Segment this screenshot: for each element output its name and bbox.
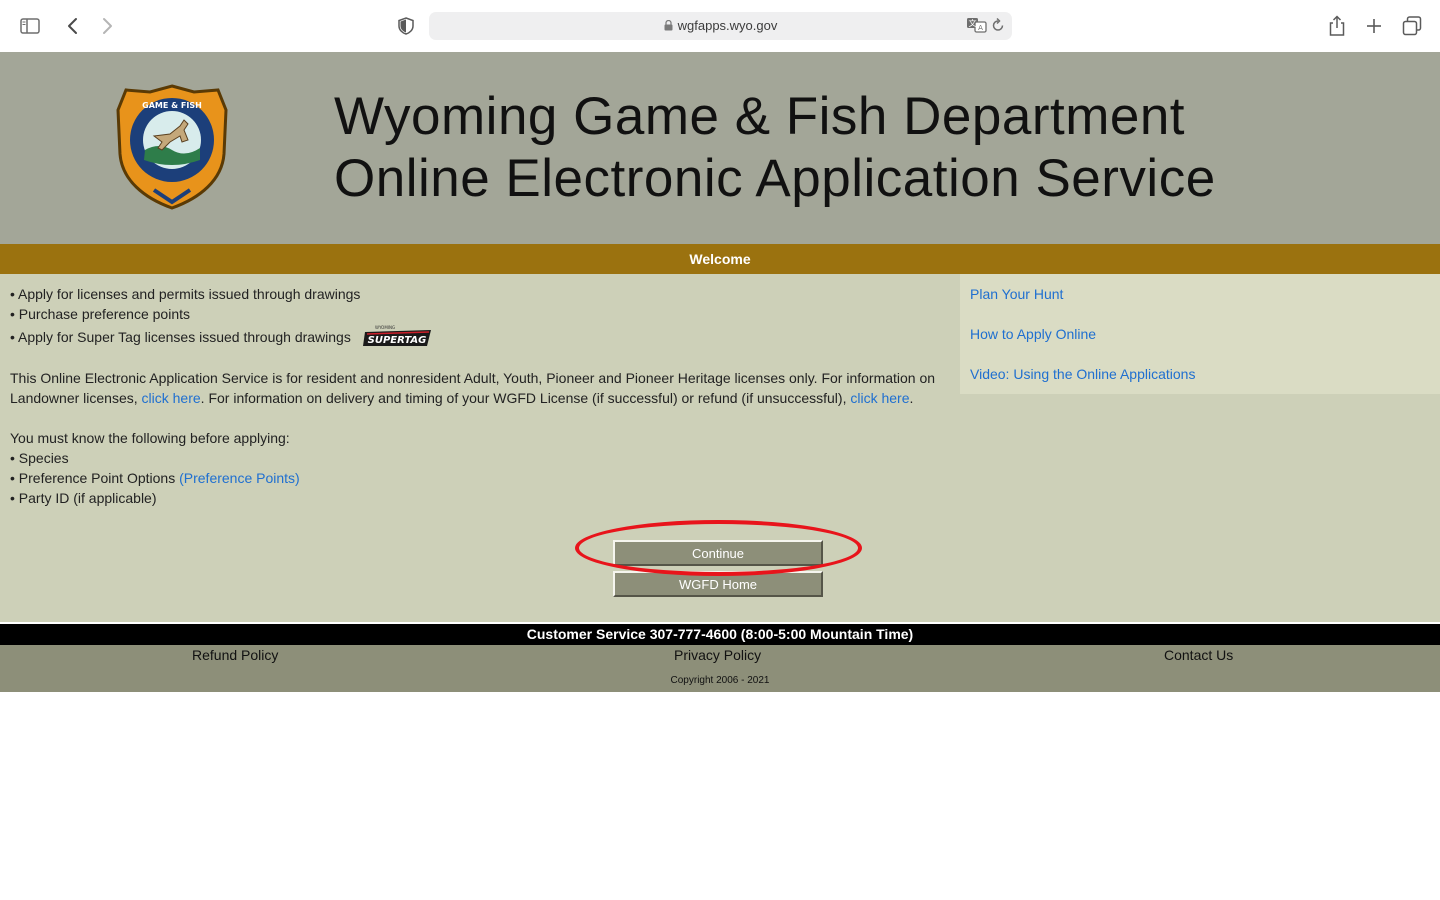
customer-service-bar: Customer Service 307-777-4600 (8:00-5:00… — [0, 624, 1440, 645]
sidebar-icon[interactable] — [18, 14, 42, 38]
requirements-heading: You must know the following before apply… — [10, 430, 290, 446]
wgfd-badge-logo[interactable]: GAME & FISH — [114, 84, 230, 210]
delivery-click-here-link[interactable]: click here — [850, 390, 909, 406]
reload-icon[interactable] — [991, 17, 1007, 35]
address-bar[interactable]: wgfapps.wyo.gov 文A — [429, 12, 1012, 40]
header-banner: GAME & FISH Wyoming Game & Fish Departme… — [0, 52, 1440, 244]
site-title-line2: Online Electronic Application Service — [334, 149, 1216, 208]
service-description: This Online Electronic Application Servi… — [10, 370, 936, 406]
page: GAME & FISH Wyoming Game & Fish Departme… — [0, 52, 1440, 692]
requirement-item: • Party ID (if applicable) — [10, 490, 157, 506]
url-text: wgfapps.wyo.gov — [677, 18, 778, 33]
video-online-applications-link[interactable]: Video: Using the Online Applications — [970, 366, 1195, 382]
preference-points-link[interactable]: (Preference Points) — [179, 470, 300, 486]
footer: Refund Policy Privacy Policy Contact Us … — [0, 645, 1440, 692]
intro-bullet-text: • Apply for Super Tag licenses issued th… — [10, 329, 351, 345]
intro-section: • Apply for licenses and permits issued … — [10, 284, 950, 508]
new-tab-icon[interactable] — [1363, 14, 1385, 38]
intro-bullet: • Purchase preference points — [10, 306, 191, 322]
red-annotation-circle — [575, 520, 862, 576]
plan-your-hunt-link[interactable]: Plan Your Hunt — [970, 286, 1063, 302]
requirement-item: • Preference Point Options (Preference P… — [10, 470, 300, 486]
privacy-policy-link[interactable]: Privacy Policy — [674, 647, 761, 663]
browser-toolbar: wgfapps.wyo.gov 文A — [0, 0, 1440, 52]
svg-text:GAME & FISH: GAME & FISH — [142, 101, 202, 110]
supertag-logo: SUPERTAG WYOMING — [361, 324, 433, 348]
welcome-heading: Welcome — [0, 244, 1440, 274]
landowner-click-here-link[interactable]: click here — [142, 390, 201, 406]
translate-icon[interactable]: 文A — [966, 17, 988, 35]
svg-text:A: A — [978, 24, 983, 32]
sidebar-links: Plan Your Hunt How to Apply Online Video… — [960, 274, 1440, 394]
share-icon[interactable] — [1326, 13, 1348, 39]
svg-text:文: 文 — [969, 18, 977, 28]
site-title-line1: Wyoming Game & Fish Department — [334, 87, 1186, 146]
contact-us-link[interactable]: Contact Us — [1164, 647, 1233, 663]
supertag-logo-text: SUPERTAG — [367, 335, 426, 346]
intro-bullet-supertag: • Apply for Super Tag licenses issued th… — [10, 324, 950, 348]
back-icon[interactable] — [62, 14, 84, 38]
forward-icon[interactable] — [96, 14, 118, 38]
refund-policy-link[interactable]: Refund Policy — [192, 647, 278, 663]
supertag-logo-small-text: WYOMING — [375, 325, 395, 330]
how-to-apply-link[interactable]: How to Apply Online — [970, 326, 1096, 342]
tab-overview-icon[interactable] — [1400, 14, 1424, 38]
lock-icon — [664, 19, 673, 34]
copyright-text: Copyright 2006 - 2021 — [670, 675, 770, 686]
site-title: Wyoming Game & Fish Department Online El… — [334, 86, 1216, 210]
requirement-item: • Species — [10, 450, 69, 466]
intro-bullet: • Apply for licenses and permits issued … — [10, 286, 361, 302]
privacy-shield-icon[interactable] — [396, 14, 416, 38]
